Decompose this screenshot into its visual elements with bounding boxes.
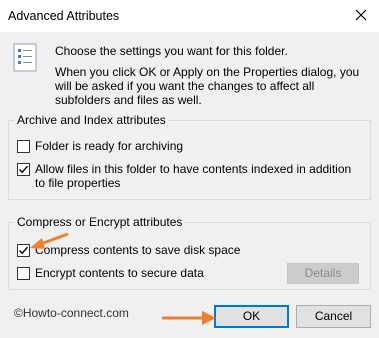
archive-index-group: Archive and Index attributes Folder is r… <box>8 113 371 200</box>
arrow-icon <box>162 311 216 325</box>
archive-index-legend: Archive and Index attributes <box>15 113 168 127</box>
dialog-body: Choose the settings you want for this fo… <box>0 32 379 338</box>
encrypt-label: Encrypt contents to secure data <box>35 266 204 280</box>
archiving-checkbox[interactable] <box>17 140 30 153</box>
arrow-icon <box>30 232 69 249</box>
close-icon[interactable] <box>354 8 368 22</box>
archiving-label: Folder is ready for archiving <box>35 139 184 153</box>
checklist-icon <box>13 43 37 72</box>
encrypt-checkbox[interactable] <box>17 267 30 280</box>
indexing-label: Allow files in this folder to have conte… <box>35 162 352 190</box>
intro-description: When you click OK or Apply on the Proper… <box>55 65 360 107</box>
details-button[interactable]: Details <box>287 263 359 284</box>
intro-heading: Choose the settings you want for this fo… <box>55 44 288 58</box>
compress-encrypt-legend: Compress or Encrypt attributes <box>15 215 185 229</box>
checkmark-icon <box>19 165 29 174</box>
indexing-checkbox[interactable] <box>17 163 30 176</box>
ok-button[interactable]: OK <box>214 305 289 328</box>
cancel-button[interactable]: Cancel <box>296 305 371 328</box>
title-bar: Advanced Attributes <box>0 0 379 32</box>
window-title: Advanced Attributes <box>8 9 120 23</box>
watermark: ©Howto-connect.com <box>14 306 129 320</box>
